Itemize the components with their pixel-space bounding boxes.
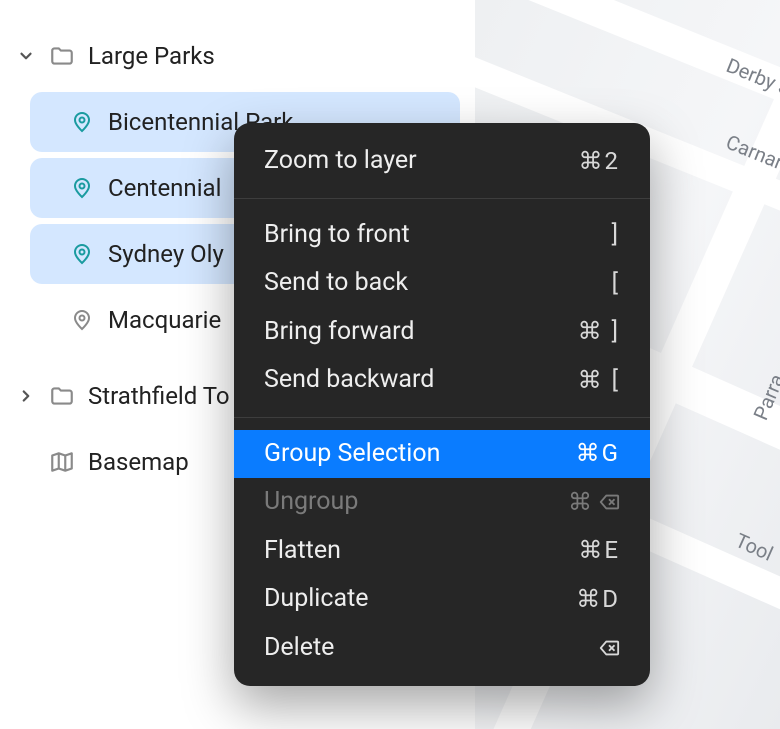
tree-group-large-parks[interactable]: Large Parks	[10, 26, 460, 86]
menu-item-delete[interactable]: Delete	[234, 624, 650, 673]
chevron-right-icon	[16, 387, 36, 405]
tree-group-label: Large Parks	[88, 42, 454, 70]
menu-item-shortcut: ⌘ ]	[578, 316, 620, 347]
menu-item-send-to-back[interactable]: Send to back [	[234, 259, 650, 308]
menu-item-flatten[interactable]: Flatten ⌘E	[234, 527, 650, 576]
menu-item-label: Bring forward	[264, 316, 415, 349]
menu-separator	[234, 198, 650, 199]
menu-item-label: Send to back	[264, 267, 408, 300]
menu-item-zoom-to-layer[interactable]: Zoom to layer ⌘2	[234, 137, 650, 186]
folder-icon	[48, 383, 76, 409]
menu-item-shortcut: [	[612, 268, 620, 299]
menu-separator	[234, 417, 650, 418]
menu-item-shortcut: ]	[612, 219, 620, 250]
menu-item-label: Ungroup	[264, 486, 358, 519]
menu-item-shortcut: ⌘	[568, 487, 620, 518]
pin-icon	[68, 242, 96, 266]
folder-icon	[48, 43, 76, 69]
menu-item-label: Send backward	[264, 364, 434, 397]
pin-icon	[68, 110, 96, 134]
menu-item-label: Delete	[264, 632, 334, 665]
pin-icon	[68, 176, 96, 200]
menu-item-shortcut: ⌘D	[576, 584, 620, 615]
menu-item-shortcut: ⌘E	[578, 535, 620, 566]
map-icon	[48, 449, 76, 475]
menu-item-label: Duplicate	[264, 583, 369, 616]
context-menu: Zoom to layer ⌘2 Bring to front ] Send t…	[234, 123, 650, 686]
menu-item-bring-forward[interactable]: Bring forward ⌘ ]	[234, 308, 650, 357]
menu-item-label: Flatten	[264, 535, 341, 568]
menu-item-shortcut: ⌘G	[576, 438, 620, 469]
menu-item-duplicate[interactable]: Duplicate ⌘D	[234, 575, 650, 624]
menu-item-label: Zoom to layer	[264, 145, 417, 178]
menu-item-label: Bring to front	[264, 219, 410, 252]
backspace-icon	[598, 637, 620, 659]
menu-item-shortcut: ⌘2	[579, 146, 621, 177]
menu-item-send-backward[interactable]: Send backward ⌘ [	[234, 356, 650, 405]
menu-item-bring-to-front[interactable]: Bring to front ]	[234, 211, 650, 260]
menu-item-label: Group Selection	[264, 438, 440, 471]
map-label-derby: Derby S	[723, 53, 780, 101]
menu-item-shortcut: ⌘ [	[578, 365, 620, 396]
backspace-icon	[598, 491, 620, 513]
chevron-down-icon	[16, 47, 36, 65]
menu-item-group-selection[interactable]: Group Selection ⌘G	[234, 430, 650, 479]
menu-item-ungroup: Ungroup ⌘	[234, 478, 650, 527]
pin-icon	[68, 308, 96, 332]
menu-item-shortcut	[598, 637, 620, 659]
